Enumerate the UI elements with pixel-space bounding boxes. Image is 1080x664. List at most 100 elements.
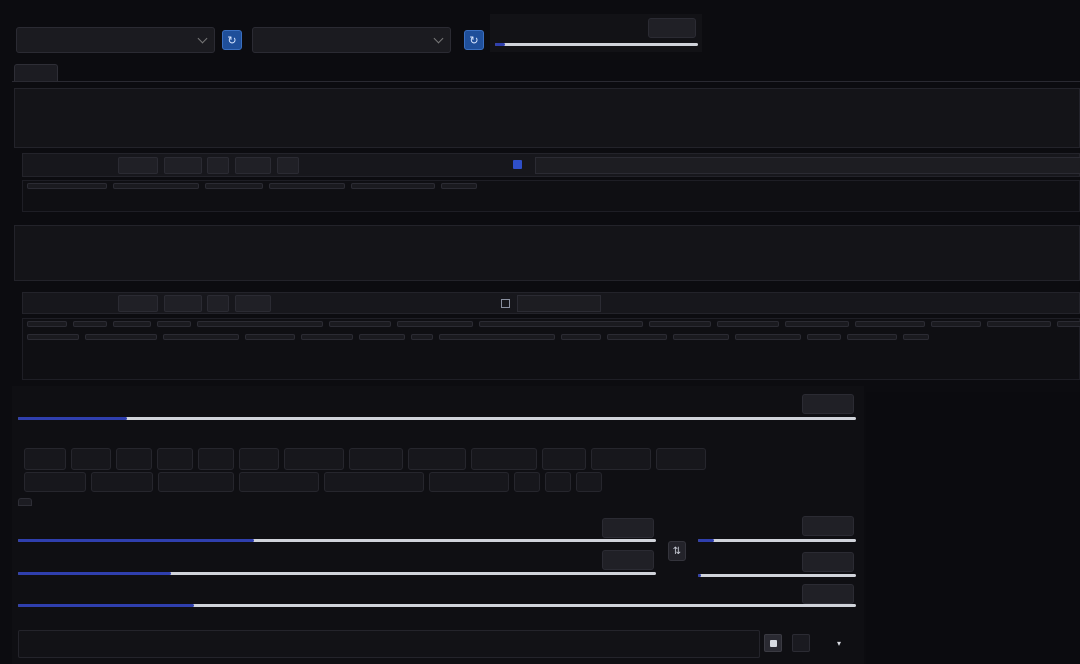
negative-tag[interactable] — [85, 334, 157, 340]
sampler-option[interactable] — [324, 472, 424, 492]
positive-tag[interactable] — [351, 183, 435, 189]
sampler-option[interactable] — [158, 472, 234, 492]
negative-tool-button-2[interactable] — [164, 295, 202, 312]
cfg-value[interactable] — [802, 584, 854, 604]
negative-search-checkbox[interactable] — [501, 299, 510, 308]
seed-random-button[interactable] — [764, 634, 782, 652]
positive-tool-button-3[interactable] — [207, 157, 229, 174]
negative-tag[interactable] — [847, 334, 897, 340]
negative-tag[interactable] — [301, 334, 353, 340]
sampler-option[interactable] — [24, 448, 66, 470]
negative-tag[interactable] — [113, 321, 151, 327]
sampler-option[interactable] — [116, 448, 152, 470]
negative-tag[interactable] — [329, 321, 391, 327]
negative-tag[interactable] — [359, 334, 405, 340]
vae-refresh-button[interactable]: ↻ — [464, 30, 484, 50]
negative-tag[interactable] — [397, 321, 473, 327]
sampler-option[interactable] — [542, 448, 586, 470]
negative-tag[interactable] — [479, 321, 643, 327]
subtab-1[interactable] — [18, 498, 32, 506]
subtab-2[interactable] — [42, 498, 54, 506]
negative-tag[interactable] — [197, 321, 323, 327]
positive-tool-button-4[interactable] — [235, 157, 271, 174]
height-value[interactable] — [602, 550, 654, 570]
steps-value[interactable] — [802, 394, 854, 414]
tab-6[interactable] — [266, 64, 292, 82]
batch-size-value[interactable] — [802, 552, 854, 572]
negative-tag[interactable] — [163, 334, 239, 340]
seed-extra-button[interactable]: ▾ — [832, 636, 846, 650]
negative-tag[interactable] — [649, 321, 711, 327]
sampler-option[interactable] — [284, 448, 344, 470]
width-value[interactable] — [602, 518, 654, 538]
sampler-option[interactable] — [239, 448, 279, 470]
negative-tag[interactable] — [27, 334, 79, 340]
sampler-option[interactable] — [545, 472, 571, 492]
negative-tag[interactable] — [73, 321, 107, 327]
positive-tag[interactable] — [205, 183, 263, 189]
sampler-option[interactable] — [91, 472, 153, 492]
negative-tag[interactable] — [1057, 321, 1080, 327]
swap-dimensions-button[interactable]: ⇅ — [668, 541, 686, 561]
tab-4[interactable] — [158, 64, 208, 82]
width-slider[interactable] — [18, 539, 656, 542]
negative-tag[interactable] — [735, 334, 801, 340]
clip-skip-slider[interactable] — [495, 43, 698, 46]
tab-11[interactable] — [578, 64, 640, 82]
tab-13[interactable] — [674, 64, 700, 82]
negative-tag[interactable] — [987, 321, 1051, 327]
negative-tag[interactable] — [673, 334, 729, 340]
subtab-3[interactable] — [64, 498, 76, 506]
positive-tag[interactable] — [27, 183, 107, 189]
sampler-option[interactable] — [157, 448, 193, 470]
positive-search-checkbox[interactable] — [513, 160, 522, 169]
cfg-slider[interactable] — [18, 604, 856, 607]
tab-10[interactable] — [508, 64, 574, 82]
negative-tag[interactable] — [411, 334, 433, 340]
sampler-option[interactable] — [71, 448, 111, 470]
sampler-option[interactable] — [429, 472, 509, 492]
sampler-option[interactable] — [24, 472, 86, 492]
sampler-option[interactable] — [576, 472, 602, 492]
tab-3[interactable] — [100, 64, 154, 82]
negative-tag[interactable] — [157, 321, 191, 327]
tab-1[interactable] — [14, 64, 58, 82]
steps-slider[interactable] — [18, 417, 856, 420]
tab-8[interactable] — [368, 64, 428, 82]
positive-tag[interactable] — [441, 183, 477, 189]
negative-tag[interactable] — [561, 334, 601, 340]
seed-reuse-button[interactable] — [792, 634, 810, 652]
negative-tag[interactable] — [245, 334, 295, 340]
clip-skip-value[interactable] — [648, 18, 696, 38]
prompt-textarea[interactable] — [14, 88, 1080, 148]
negative-search-input[interactable] — [517, 295, 601, 312]
sampler-option[interactable] — [656, 448, 706, 470]
negative-tag[interactable] — [855, 321, 925, 327]
positive-tool-button-1[interactable] — [118, 157, 158, 174]
negative-prompt-textarea[interactable] — [14, 225, 1080, 281]
negative-tag[interactable] — [931, 321, 981, 327]
negative-tag[interactable] — [27, 321, 67, 327]
negative-tool-button-1[interactable] — [118, 295, 158, 312]
positive-tag[interactable] — [269, 183, 345, 189]
model-dropdown[interactable] — [16, 27, 215, 53]
sampler-option[interactable] — [198, 448, 234, 470]
sampler-option[interactable] — [349, 448, 403, 470]
tab-5[interactable] — [212, 64, 262, 82]
model-refresh-button[interactable]: ↻ — [222, 30, 242, 50]
tab-12[interactable] — [644, 64, 670, 82]
negative-tag[interactable] — [903, 334, 929, 340]
negative-tool-button-3[interactable] — [207, 295, 229, 312]
positive-tag[interactable] — [113, 183, 199, 189]
batch-count-slider[interactable] — [698, 539, 856, 542]
height-slider[interactable] — [18, 572, 656, 575]
tab-9[interactable] — [432, 64, 504, 82]
negative-tag[interactable] — [439, 334, 555, 340]
sampler-option[interactable] — [471, 448, 537, 470]
negative-tool-button-4[interactable] — [235, 295, 271, 312]
tab-2[interactable] — [62, 64, 96, 82]
positive-search-input[interactable] — [535, 157, 1080, 174]
negative-tag[interactable] — [607, 334, 667, 340]
sampler-option[interactable] — [514, 472, 540, 492]
positive-tool-button-5[interactable] — [277, 157, 299, 174]
